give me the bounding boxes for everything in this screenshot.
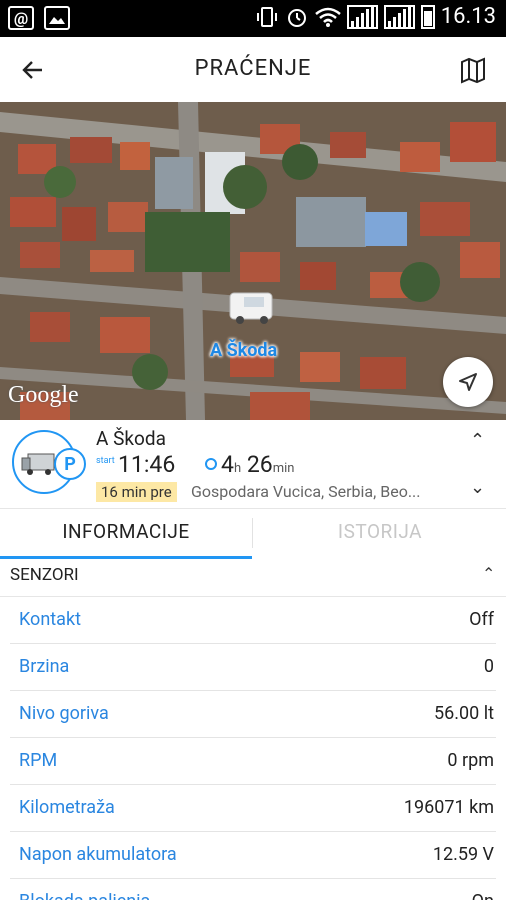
sensor-value: 0 rpm xyxy=(447,750,494,771)
vibrate-icon xyxy=(256,6,277,27)
sensor-value: 0 xyxy=(483,656,494,677)
vehicle-name: A Škoda xyxy=(96,427,166,450)
tab-istorija[interactable]: ISTORIJA xyxy=(254,508,506,556)
sensor-row: Napon akumulatora 12.59 V xyxy=(0,832,506,879)
navigation-arrow-icon xyxy=(459,373,477,391)
sensor-row: Nivo goriva 56.00 lt xyxy=(0,691,506,738)
sensor-value: On xyxy=(472,891,494,900)
duration-hours-unit: h xyxy=(233,461,242,476)
page-title: PRAĆENJE xyxy=(194,56,312,81)
alarm-icon xyxy=(287,8,306,27)
sensor-label: Nivo goriva xyxy=(19,703,109,724)
signal-icon xyxy=(346,4,378,29)
parking-icon: P xyxy=(54,448,86,480)
sensor-row: RPM 0 rpm xyxy=(0,738,506,785)
sensor-row: Blokada paljenja On xyxy=(0,879,506,900)
at-icon: @ xyxy=(8,6,34,30)
status-time: 16.13 xyxy=(440,4,496,29)
start-time: 11:46 xyxy=(118,451,176,478)
tab-informacije[interactable]: INFORMACIJE xyxy=(0,508,252,559)
vehicle-address: Gospodara Vucica, Serbia, Beo... xyxy=(191,482,421,501)
duration-minutes-unit: min xyxy=(272,461,295,476)
last-update-badge: 16 min pre xyxy=(96,482,177,502)
map-view[interactable]: A Škoda Google xyxy=(0,102,506,420)
satellite-imagery xyxy=(0,102,506,420)
sensor-value: 196071 km xyxy=(403,797,494,818)
sensor-label: Kontakt xyxy=(19,609,81,630)
vehicle-map-label: A Škoda xyxy=(210,340,278,361)
signal-icon-2 xyxy=(383,4,415,29)
image-icon xyxy=(44,6,70,30)
wifi-icon xyxy=(314,7,341,27)
sensor-value: Off xyxy=(469,609,494,630)
status-bar: @ 16.13 xyxy=(0,0,506,37)
chevron-down-icon[interactable]: ⌄ xyxy=(470,477,485,498)
collapse-chevron-icon[interactable]: ⌃ xyxy=(482,564,495,583)
map-attribution: Google xyxy=(8,382,79,408)
sensor-label: Napon akumulatora xyxy=(19,844,177,865)
vehicle-card[interactable]: P A Škoda start 11:46 4h 26min 16 min pr… xyxy=(0,420,506,509)
tab-divider xyxy=(252,518,253,548)
sensor-value: 56.00 lt xyxy=(434,703,494,724)
sensor-row: Brzina 0 xyxy=(0,644,506,691)
sensor-row: Kilometraža 196071 km xyxy=(0,785,506,832)
start-label: start xyxy=(96,456,115,466)
map-icon[interactable] xyxy=(458,55,488,85)
vehicle-marker[interactable] xyxy=(229,292,273,324)
duration: 4h 26min xyxy=(221,451,294,478)
tab-bar: INFORMACIJE ISTORIJA xyxy=(0,508,506,559)
sensor-label: Brzina xyxy=(19,656,70,677)
duration-icon xyxy=(205,458,217,470)
sensor-value: 12.59 V xyxy=(432,844,494,865)
chevron-up-icon[interactable]: ⌃ xyxy=(470,430,485,451)
sensors-section-header[interactable]: SENZORI ⌃ xyxy=(0,558,506,597)
sensor-label: Kilometraža xyxy=(19,797,115,818)
sensor-row: Kontakt Off xyxy=(0,597,506,644)
app-bar: PRAĆENJE xyxy=(0,37,506,103)
section-title: SENZORI xyxy=(10,565,79,585)
duration-minutes: 26 xyxy=(246,451,273,478)
battery-icon xyxy=(420,4,435,29)
sensor-label: Blokada paljenja xyxy=(19,891,150,900)
duration-hours: 4 xyxy=(221,451,234,478)
my-location-button[interactable] xyxy=(443,357,493,407)
sensor-label: RPM xyxy=(19,750,58,771)
